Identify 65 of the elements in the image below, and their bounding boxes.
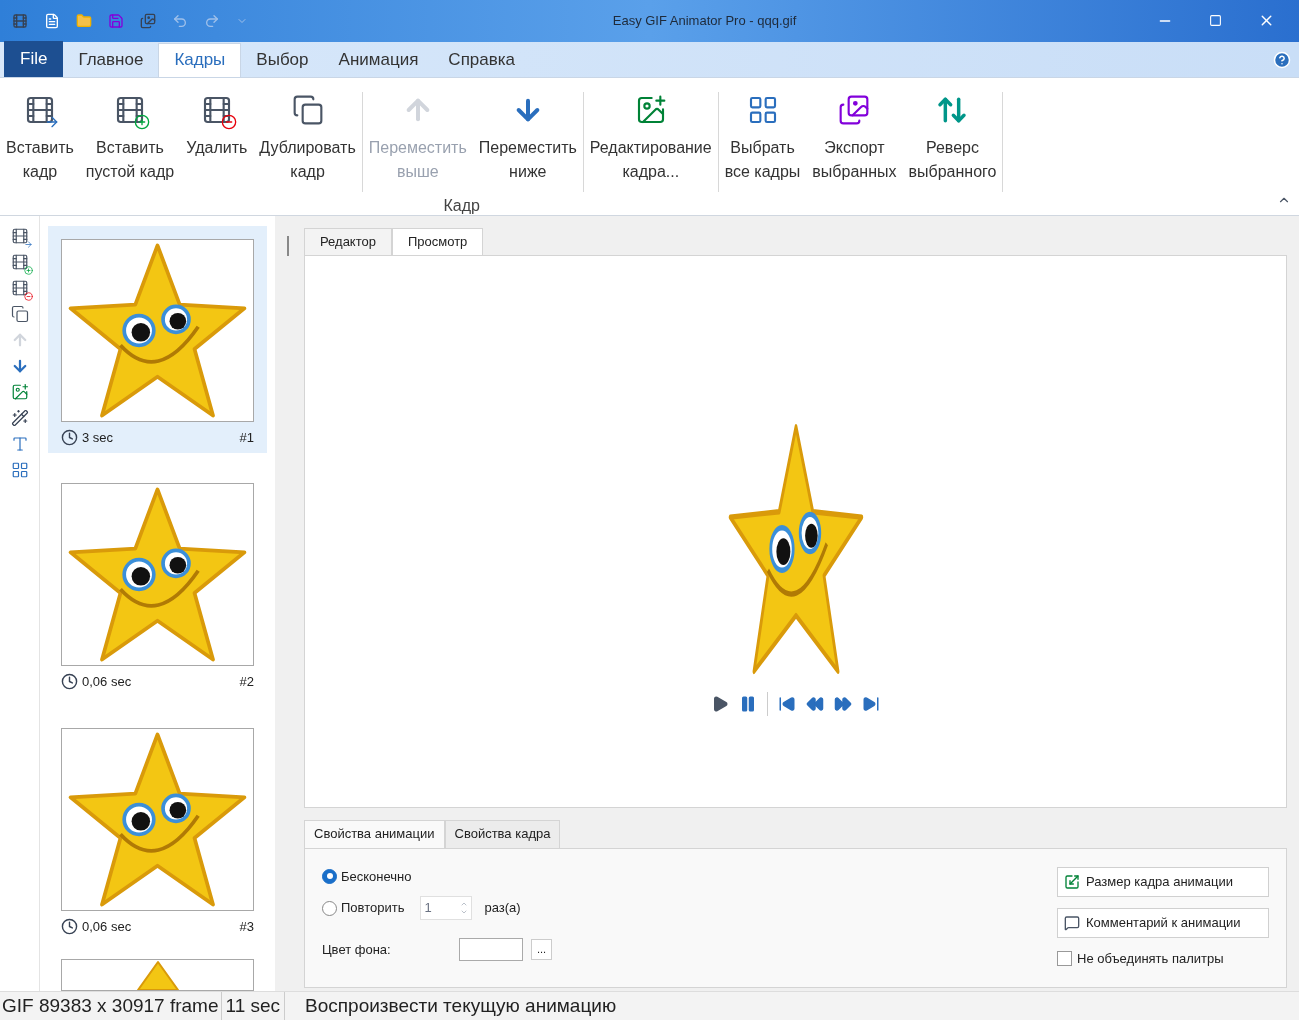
frame-number: #3 bbox=[239, 917, 254, 936]
ribbon-button[interactable]: Удалить bbox=[180, 91, 254, 192]
background-color-label: Цвет фона: bbox=[322, 940, 392, 959]
rewind-icon[interactable] bbox=[806, 695, 824, 714]
folder-icon[interactable] bbox=[76, 12, 92, 29]
pause-icon[interactable] bbox=[739, 695, 757, 714]
status-text: GIF 89383 x 30917 frame bbox=[1, 993, 220, 1018]
save-icon[interactable] bbox=[108, 12, 124, 29]
color-field[interactable] bbox=[459, 938, 523, 962]
skip-forward-icon[interactable] bbox=[862, 695, 880, 714]
window-title: Easy GIF Animator Pro - qqq.gif bbox=[612, 12, 797, 31]
side-button[interactable]: Размер кадра анимации bbox=[1057, 866, 1269, 897]
ribbon-button[interactable]: Редактирование кадра... bbox=[583, 91, 718, 192]
group-label: Кадр bbox=[443, 195, 481, 216]
ribbon-tab[interactable]: Выбор bbox=[241, 42, 324, 77]
checkbox[interactable] bbox=[1057, 950, 1072, 966]
radio-button[interactable] bbox=[322, 868, 337, 884]
ribbon-tab[interactable]: Кадры bbox=[158, 42, 242, 77]
comment-icon bbox=[1064, 914, 1080, 931]
copy-icon bbox=[291, 93, 324, 126]
frame-number: #1 bbox=[239, 428, 254, 447]
fast-forward-icon[interactable] bbox=[834, 695, 852, 714]
ribbon-tab[interactable]: Справка bbox=[433, 42, 531, 77]
frame-thumbnail[interactable]: 3 sec #1 bbox=[48, 225, 267, 454]
ribbon-tab[interactable]: Главное bbox=[63, 42, 159, 77]
checkbox-label: Не объединять палитры bbox=[1077, 949, 1224, 968]
view-tab[interactable]: Просмотр bbox=[391, 227, 484, 255]
ribbon-tab[interactable]: Анимация bbox=[323, 42, 434, 77]
images-icon bbox=[838, 93, 871, 126]
scrollbar-thumb[interactable] bbox=[286, 235, 289, 256]
file-menu-tab[interactable]: File bbox=[4, 40, 64, 77]
frame-thumbnail[interactable] bbox=[61, 959, 254, 991]
repeat-unit: раз(а) bbox=[484, 899, 521, 918]
ribbon-button[interactable]: Выбрать все кадры bbox=[718, 91, 807, 192]
resize-icon bbox=[1064, 873, 1080, 890]
frame-duration: 3 sec bbox=[82, 428, 114, 447]
help-icon[interactable] bbox=[1273, 50, 1291, 69]
browse-button[interactable]: ... bbox=[531, 939, 552, 961]
view-tab[interactable]: Редактор bbox=[304, 227, 392, 255]
maximize-icon[interactable] bbox=[1209, 14, 1222, 28]
clock-icon bbox=[61, 917, 78, 935]
radio-label: Бесконечно bbox=[341, 867, 412, 886]
clock-icon bbox=[61, 673, 78, 691]
ribbon-button[interactable]: Вставить кадр bbox=[0, 91, 80, 192]
film-icon[interactable] bbox=[12, 12, 28, 29]
properties-tab[interactable]: Свойства кадра bbox=[444, 819, 561, 848]
ribbon-button[interactable]: Дублировать кадр bbox=[253, 91, 362, 192]
repeat-count-spinner[interactable]: 1 bbox=[420, 896, 473, 921]
status-text: 11 sec bbox=[220, 991, 285, 1020]
images-icon[interactable] bbox=[140, 12, 156, 29]
status-text: Воспроизвести текущую анимацию bbox=[284, 991, 617, 1020]
radio-label: Повторить bbox=[341, 899, 405, 918]
ribbon-button[interactable]: Переместить ниже bbox=[472, 91, 583, 192]
ribbon-button[interactable]: Вставить пустой кадр bbox=[79, 91, 181, 192]
frame-number: #2 bbox=[239, 673, 254, 692]
frame-duration: 0,06 sec bbox=[82, 673, 132, 692]
side-button[interactable]: Комментарий к анимации bbox=[1057, 907, 1269, 938]
properties-tab[interactable]: Свойства анимации bbox=[304, 819, 445, 848]
skip-back-icon[interactable] bbox=[778, 695, 796, 714]
clock-icon bbox=[61, 428, 78, 446]
frame-duration: 0,06 sec bbox=[82, 917, 132, 936]
ribbon-button[interactable]: Реверс выбранного bbox=[902, 91, 1003, 192]
radio-button[interactable] bbox=[322, 900, 337, 916]
ribbon-button[interactable]: Экспорт выбранных bbox=[806, 91, 903, 192]
new-file-icon[interactable] bbox=[44, 12, 60, 29]
